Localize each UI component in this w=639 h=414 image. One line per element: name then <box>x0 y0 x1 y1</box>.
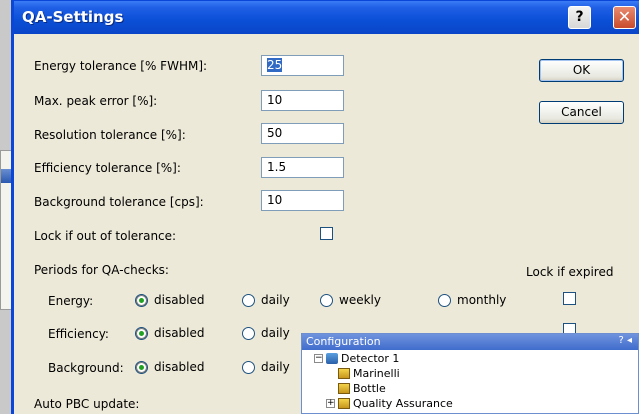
help-button[interactable]: ? <box>568 6 591 29</box>
tree-item-bottle[interactable]: Bottle <box>338 382 386 395</box>
sample-icon <box>338 383 350 394</box>
radio-icon <box>438 293 451 307</box>
energy-tolerance-label: Energy tolerance [% FWHM]: <box>34 59 208 73</box>
expand-icon[interactable]: + <box>326 399 335 408</box>
sample-icon <box>338 368 350 379</box>
periods-heading: Periods for QA-checks: <box>34 263 169 277</box>
background-period-label: Background: <box>48 361 124 375</box>
tree-item-marinelli[interactable]: Marinelli <box>338 367 400 380</box>
resolution-tolerance-label: Resolution tolerance [%]: <box>34 128 186 142</box>
max-peak-error-label: Max. peak error [%]: <box>34 94 158 108</box>
efficiency-period-label: Efficiency: <box>48 327 109 341</box>
efficiency-disabled-radio[interactable]: disabled <box>135 326 205 340</box>
radio-icon <box>242 360 255 374</box>
tree-item-quality-assurance[interactable]: + Quality Assurance <box>326 397 453 410</box>
energy-daily-radio[interactable]: daily <box>242 293 290 307</box>
radio-icon <box>242 326 255 340</box>
collapse-icon[interactable]: − <box>314 354 323 363</box>
radio-icon <box>320 293 333 307</box>
background-disabled-radio[interactable]: disabled <box>135 360 205 374</box>
dialog-title: QA-Settings <box>22 8 124 26</box>
lock-out-of-tolerance-checkbox[interactable] <box>320 227 333 240</box>
background-tolerance-field[interactable]: 10 <box>261 190 344 211</box>
radio-selected-icon <box>135 293 148 307</box>
efficiency-tolerance-field[interactable]: 1.5 <box>261 157 344 178</box>
title-bar[interactable]: QA-Settings ? ✕ <box>14 1 639 34</box>
energy-tolerance-field[interactable]: 25 <box>261 55 344 76</box>
background-tolerance-label: Background tolerance [cps]: <box>34 195 204 209</box>
energy-disabled-radio[interactable]: disabled <box>135 293 205 307</box>
energy-monthly-radio[interactable]: monthly <box>438 293 506 307</box>
energy-period-label: Energy: <box>48 294 94 308</box>
efficiency-daily-radio[interactable]: daily <box>242 326 290 340</box>
radio-selected-icon <box>135 360 148 374</box>
ok-button[interactable]: OK <box>539 59 624 82</box>
configuration-controls[interactable]: ? ◂ <box>618 335 632 346</box>
tree-item-detector[interactable]: − Detector 1 <box>314 352 399 365</box>
configuration-title-bar[interactable]: Configuration ? ◂ <box>302 334 638 350</box>
max-peak-error-field[interactable]: 10 <box>261 90 344 111</box>
resolution-tolerance-field[interactable]: 50 <box>261 123 344 144</box>
configuration-title: Configuration <box>306 335 381 348</box>
close-button[interactable]: ✕ <box>613 6 636 29</box>
detector-icon <box>326 353 338 364</box>
radio-icon <box>242 293 255 307</box>
cancel-button[interactable]: Cancel <box>539 101 624 124</box>
background-daily-radio[interactable]: daily <box>242 360 290 374</box>
radio-selected-icon <box>135 326 148 340</box>
configuration-window: Configuration ? ◂ − Detector 1 Marinelli… <box>301 333 639 414</box>
sample-icon <box>338 398 350 409</box>
energy-lock-expired-checkbox[interactable] <box>563 292 576 305</box>
energy-weekly-radio[interactable]: weekly <box>320 293 381 307</box>
efficiency-tolerance-label: Efficiency tolerance [%]: <box>34 161 181 175</box>
lock-out-of-tolerance-label: Lock if out of tolerance: <box>34 229 177 243</box>
auto-pbc-label: Auto PBC update: <box>34 397 140 411</box>
lock-if-expired-label: Lock if expired <box>526 265 614 279</box>
